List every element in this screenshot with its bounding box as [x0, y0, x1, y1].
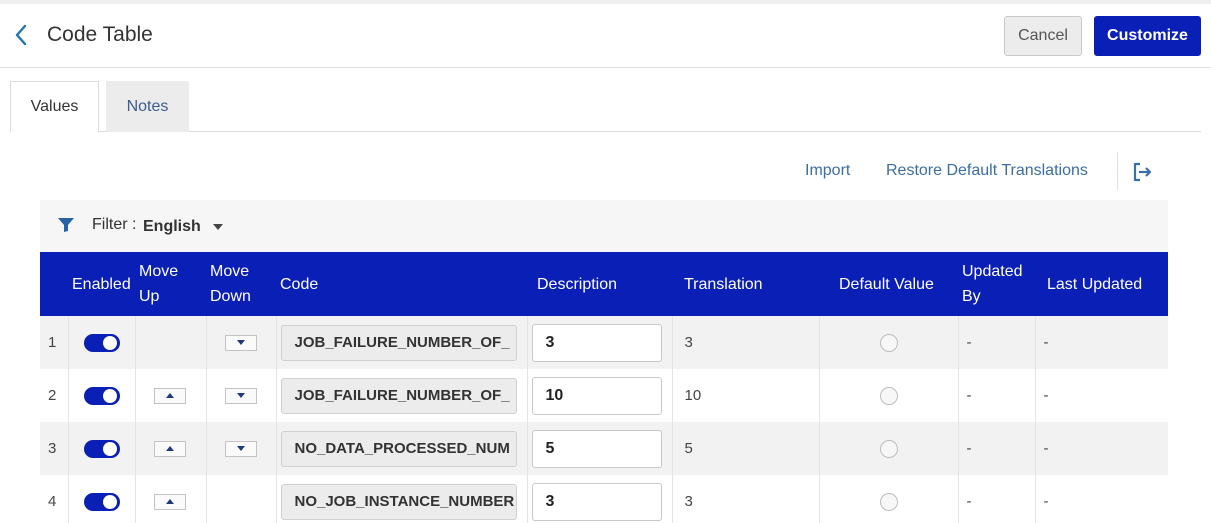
- col-header-last-updated[interactable]: Last Updated: [1035, 252, 1168, 316]
- code-field: NO_JOB_INSTANCE_NUMBER: [280, 483, 517, 520]
- default-value-radio[interactable]: [879, 386, 898, 405]
- col-header-move-down[interactable]: Move Down: [206, 252, 276, 316]
- table-row: 4 NO_JOB_INSTANCE_NUMBER 3 - -: [40, 475, 1168, 523]
- table-row: 2 JOB_FAILURE_NUMBER_OF_ 10 - -: [40, 369, 1168, 422]
- enabled-toggle[interactable]: [83, 386, 120, 405]
- move-down-button[interactable]: [224, 440, 257, 457]
- col-header-code[interactable]: Code: [276, 252, 527, 316]
- restore-default-translations-link[interactable]: Restore Default Translations: [886, 162, 1088, 180]
- row-number: 4: [40, 475, 69, 523]
- col-header-enabled[interactable]: Enabled: [68, 252, 135, 316]
- move-down-button[interactable]: [224, 387, 257, 404]
- default-value-radio[interactable]: [879, 492, 898, 511]
- col-header-move-up[interactable]: Move Up: [135, 252, 206, 316]
- description-input[interactable]: [531, 323, 662, 362]
- description-input[interactable]: [531, 429, 662, 468]
- col-header-description[interactable]: Description: [527, 252, 672, 316]
- updated-by-cell: -: [958, 369, 1036, 422]
- description-input[interactable]: [531, 482, 662, 521]
- last-updated-cell: -: [1035, 422, 1168, 475]
- move-up-button[interactable]: [153, 493, 186, 510]
- default-value-radio[interactable]: [879, 439, 898, 458]
- default-value-radio[interactable]: [879, 333, 898, 352]
- code-field: NO_DATA_PROCESSED_NUM: [280, 430, 517, 467]
- filter-icon: [58, 218, 74, 232]
- filter-label: Filter :: [92, 216, 137, 233]
- code-field: JOB_FAILURE_NUMBER_OF_: [280, 324, 517, 361]
- code-table: Enabled Move Up Move Down Code Descriptio…: [40, 252, 1168, 523]
- language-filter-dropdown[interactable]: English: [143, 214, 223, 240]
- customize-button[interactable]: Customize: [1094, 16, 1201, 56]
- back-button[interactable]: [8, 20, 34, 50]
- col-header-updated-by[interactable]: Updated By: [958, 252, 1035, 316]
- page-title: Code Table: [47, 23, 153, 46]
- description-input[interactable]: [531, 376, 662, 415]
- actions-divider: [1117, 152, 1118, 190]
- chevron-left-icon: [15, 24, 27, 46]
- last-updated-cell: -: [1035, 475, 1168, 523]
- col-header-default-value[interactable]: Default Value: [819, 252, 958, 316]
- updated-by-cell: -: [958, 422, 1036, 475]
- move-down-button[interactable]: [224, 334, 257, 351]
- code-field: JOB_FAILURE_NUMBER_OF_: [280, 377, 517, 414]
- updated-by-cell: -: [958, 316, 1036, 369]
- last-updated-cell: -: [1035, 316, 1168, 369]
- row-number: 1: [40, 316, 69, 369]
- page-header: Code Table Cancel Customize: [0, 4, 1211, 68]
- last-updated-cell: -: [1035, 369, 1168, 422]
- caret-down-icon: [236, 393, 245, 398]
- updated-by-cell: -: [958, 475, 1036, 523]
- table-row: 3 NO_DATA_PROCESSED_NUM 5 - -: [40, 422, 1168, 475]
- translation-cell: 10: [672, 369, 820, 422]
- table-actions: Import Restore Default Translations: [0, 152, 1211, 192]
- enabled-toggle[interactable]: [83, 492, 120, 511]
- enabled-toggle[interactable]: [83, 439, 120, 458]
- caret-up-icon: [165, 499, 174, 504]
- translation-cell: 3: [672, 475, 820, 523]
- col-header-translation[interactable]: Translation: [672, 252, 819, 316]
- row-number: 3: [40, 422, 69, 475]
- tab-values[interactable]: Values: [10, 81, 99, 133]
- chevron-down-icon: [212, 224, 223, 230]
- col-header-number: [40, 252, 68, 316]
- import-link[interactable]: Import: [805, 162, 850, 180]
- table-row: 1 JOB_FAILURE_NUMBER_OF_ 3 - -: [40, 316, 1168, 369]
- caret-down-icon: [236, 340, 245, 345]
- caret-up-icon: [165, 393, 174, 398]
- caret-down-icon: [236, 446, 245, 451]
- translation-cell: 5: [672, 422, 820, 475]
- export-button[interactable]: [1130, 160, 1154, 184]
- filter-value: English: [143, 218, 201, 235]
- move-up-button[interactable]: [153, 387, 186, 404]
- translation-cell: 3: [672, 316, 820, 369]
- tab-notes[interactable]: Notes: [106, 81, 189, 132]
- enabled-toggle[interactable]: [83, 333, 120, 352]
- move-up-button[interactable]: [153, 440, 186, 457]
- cancel-button[interactable]: Cancel: [1004, 16, 1082, 56]
- table-header-row: Enabled Move Up Move Down Code Descriptio…: [40, 252, 1168, 316]
- caret-up-icon: [165, 446, 174, 451]
- export-icon: [1133, 162, 1152, 182]
- row-number: 2: [40, 369, 69, 422]
- filter-bar: Filter : English: [40, 200, 1168, 252]
- tab-bar: Values Notes: [10, 81, 1201, 133]
